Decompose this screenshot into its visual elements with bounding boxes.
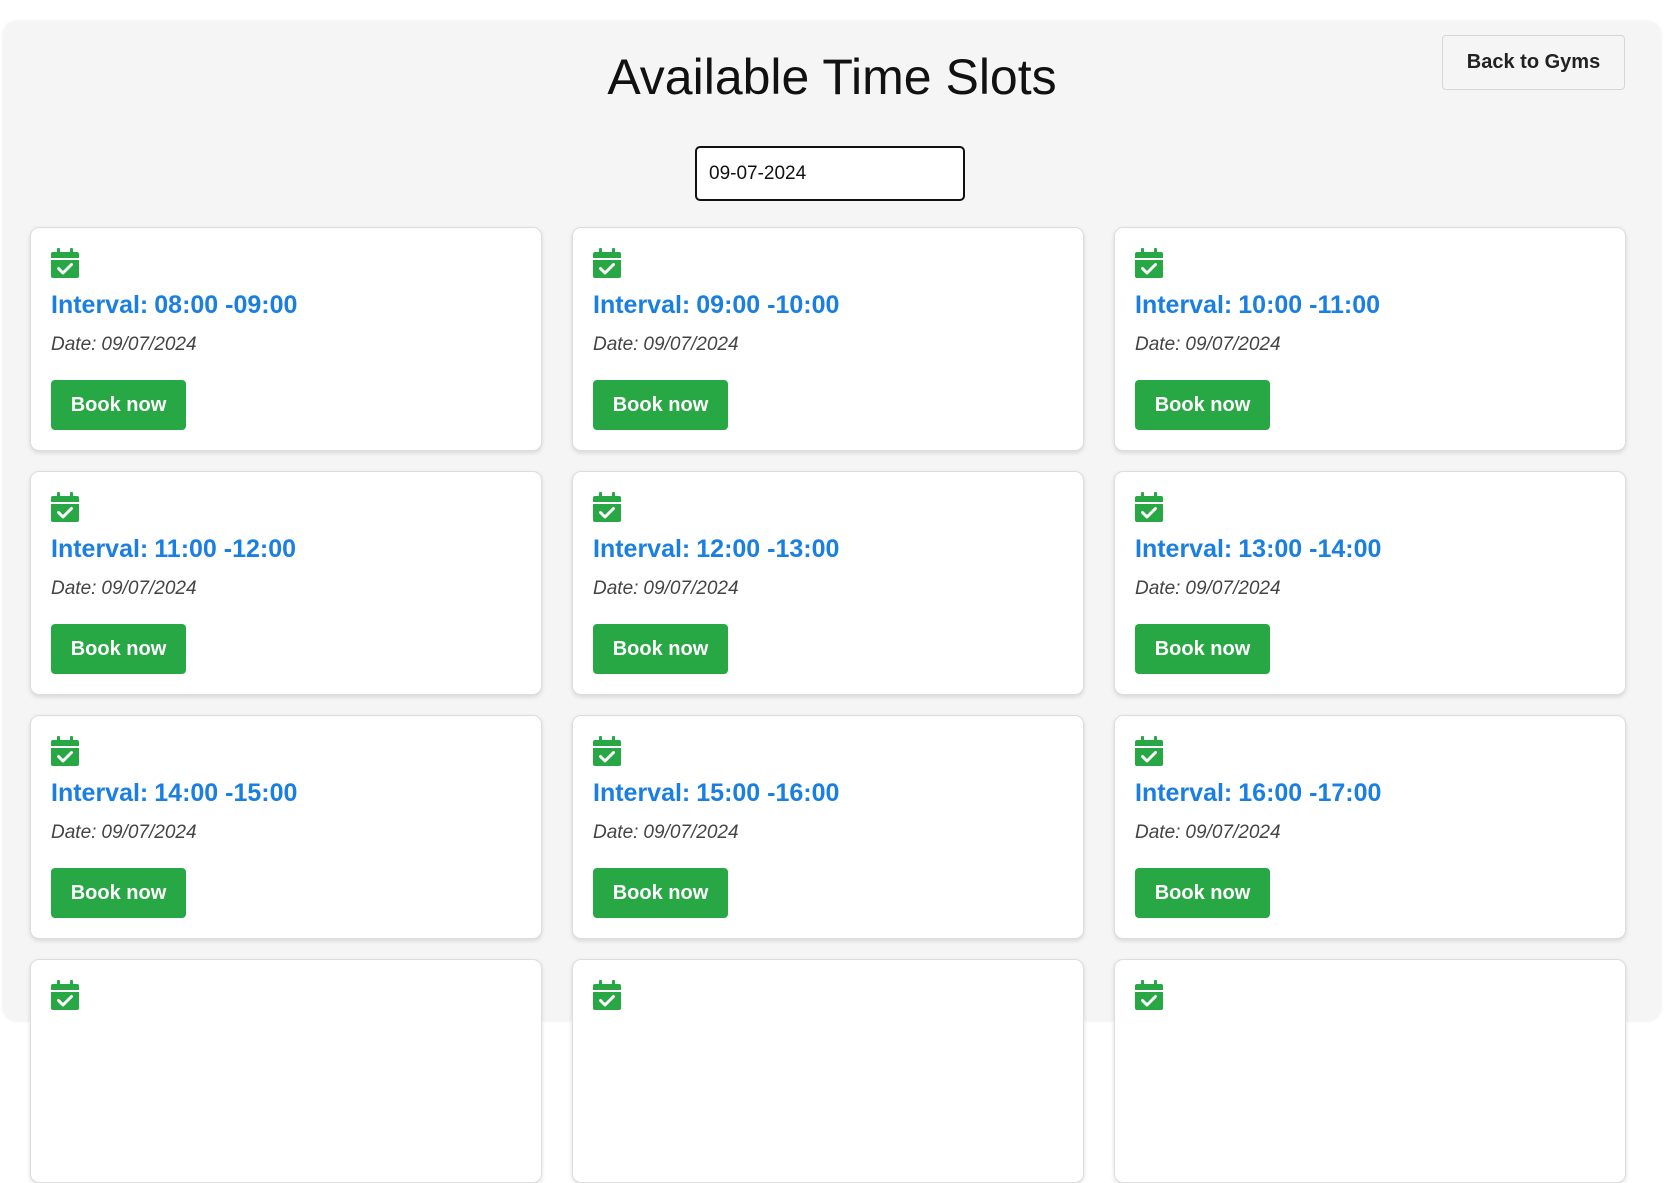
calendar-check-icon bbox=[1135, 248, 1163, 278]
interval-value: 16:00 -17:00 bbox=[1238, 779, 1382, 807]
calendar-check-icon bbox=[51, 248, 79, 278]
slot-date: Date: 09/07/2024 bbox=[51, 334, 197, 356]
calendar-check-icon bbox=[1135, 980, 1163, 1010]
book-now-button[interactable]: Book now bbox=[1135, 380, 1270, 430]
date-value: 09/07/2024 bbox=[101, 822, 197, 843]
interval-label: Interval: bbox=[1135, 535, 1233, 563]
interval-value: 12:00 -13:00 bbox=[696, 535, 840, 563]
date-label: Date: bbox=[1135, 334, 1181, 355]
time-slot-card: Interval: 09:00 -10:00 Date: 09/07/2024 Bo… bbox=[572, 227, 1084, 451]
interval-label: Interval: bbox=[593, 535, 691, 563]
date-value: 09/07/2024 bbox=[643, 822, 739, 843]
interval-label: Interval: bbox=[593, 291, 691, 319]
slot-date: Date: 09/07/2024 bbox=[1135, 334, 1281, 356]
date-label: Date: bbox=[593, 822, 639, 843]
date-label: Date: bbox=[593, 334, 639, 355]
time-slot-card: Interval: 14:00 -15:00 Date: 09/07/2024 Bo… bbox=[30, 715, 542, 939]
interval-value: 10:00 -11:00 bbox=[1238, 291, 1381, 319]
date-value: 09/07/2024 bbox=[643, 334, 739, 355]
calendar-check-icon bbox=[593, 980, 621, 1010]
date-value: 09/07/2024 bbox=[1185, 578, 1281, 599]
time-slot-card: Interval: 15:00 -16:00 Date: 09/07/2024 Bo… bbox=[572, 715, 1084, 939]
date-label: Date: bbox=[593, 578, 639, 599]
date-input[interactable] bbox=[695, 146, 965, 201]
book-now-button[interactable]: Book now bbox=[593, 380, 728, 430]
time-slot-card: Interval: 12:00 -13:00 Date: 09/07/2024 Bo… bbox=[572, 471, 1084, 695]
calendar-check-icon bbox=[51, 736, 79, 766]
interval-label: Interval: bbox=[51, 535, 149, 563]
time-slot-card-partial bbox=[1114, 959, 1626, 1183]
interval-label: Interval: bbox=[1135, 779, 1233, 807]
date-label: Date: bbox=[1135, 578, 1181, 599]
calendar-check-icon bbox=[593, 736, 621, 766]
interval-value: 08:00 -09:00 bbox=[154, 291, 298, 319]
date-label: Date: bbox=[51, 822, 97, 843]
book-now-button[interactable]: Book now bbox=[51, 868, 186, 918]
date-value: 09/07/2024 bbox=[1185, 334, 1281, 355]
interval-label: Interval: bbox=[51, 779, 149, 807]
interval-value: 13:00 -14:00 bbox=[1238, 535, 1382, 563]
interval-label: Interval: bbox=[1135, 291, 1233, 319]
interval-label: Interval: bbox=[593, 779, 691, 807]
slot-date: Date: 09/07/2024 bbox=[593, 334, 739, 356]
calendar-check-icon bbox=[51, 980, 79, 1010]
slot-date: Date: 09/07/2024 bbox=[593, 822, 739, 844]
calendar-check-icon bbox=[593, 248, 621, 278]
time-slot-card: Interval: 13:00 -14:00 Date: 09/07/2024 Bo… bbox=[1114, 471, 1626, 695]
slot-interval: Interval: 08:00 -09:00 bbox=[51, 290, 297, 320]
slot-interval: Interval: 16:00 -17:00 bbox=[1135, 778, 1381, 808]
slot-interval: Interval: 09:00 -10:00 bbox=[593, 290, 839, 320]
back-to-gyms-button[interactable]: Back to Gyms bbox=[1442, 35, 1625, 90]
calendar-check-icon bbox=[1135, 736, 1163, 766]
page-title: Available Time Slots bbox=[607, 49, 1057, 105]
interval-value: 09:00 -10:00 bbox=[696, 291, 840, 319]
slot-date: Date: 09/07/2024 bbox=[51, 578, 197, 600]
slot-interval: Interval: 11:00 -12:00 bbox=[51, 534, 296, 564]
date-value: 09/07/2024 bbox=[1185, 822, 1281, 843]
slot-interval: Interval: 12:00 -13:00 bbox=[593, 534, 839, 564]
slot-date: Date: 09/07/2024 bbox=[593, 578, 739, 600]
calendar-check-icon bbox=[1135, 492, 1163, 522]
interval-value: 15:00 -16:00 bbox=[696, 779, 840, 807]
time-slot-card: Interval: 10:00 -11:00 Date: 09/07/2024 Bo… bbox=[1114, 227, 1626, 451]
time-slot-grid: Interval: 08:00 -09:00 Date: 09/07/2024 Bo… bbox=[30, 227, 1630, 1183]
book-now-button[interactable]: Book now bbox=[51, 380, 186, 430]
book-now-button[interactable]: Book now bbox=[1135, 868, 1270, 918]
book-now-button[interactable]: Book now bbox=[51, 624, 186, 674]
book-now-button[interactable]: Book now bbox=[593, 624, 728, 674]
time-slot-card: Interval: 11:00 -12:00 Date: 09/07/2024 Bo… bbox=[30, 471, 542, 695]
date-value: 09/07/2024 bbox=[643, 578, 739, 599]
slot-interval: Interval: 14:00 -15:00 bbox=[51, 778, 297, 808]
time-slot-card-partial bbox=[30, 959, 542, 1183]
calendar-check-icon bbox=[51, 492, 79, 522]
slot-date: Date: 09/07/2024 bbox=[51, 822, 197, 844]
book-now-button[interactable]: Book now bbox=[1135, 624, 1270, 674]
interval-label: Interval: bbox=[51, 291, 149, 319]
interval-value: 14:00 -15:00 bbox=[154, 779, 298, 807]
slot-interval: Interval: 10:00 -11:00 bbox=[1135, 290, 1380, 320]
date-label: Date: bbox=[51, 578, 97, 599]
time-slot-card: Interval: 16:00 -17:00 Date: 09/07/2024 Bo… bbox=[1114, 715, 1626, 939]
time-slot-card-partial bbox=[572, 959, 1084, 1183]
slot-interval: Interval: 13:00 -14:00 bbox=[1135, 534, 1381, 564]
date-label: Date: bbox=[51, 334, 97, 355]
time-slot-card: Interval: 08:00 -09:00 Date: 09/07/2024 Bo… bbox=[30, 227, 542, 451]
slot-date: Date: 09/07/2024 bbox=[1135, 578, 1281, 600]
slot-interval: Interval: 15:00 -16:00 bbox=[593, 778, 839, 808]
slot-date: Date: 09/07/2024 bbox=[1135, 822, 1281, 844]
date-value: 09/07/2024 bbox=[101, 334, 197, 355]
book-now-button[interactable]: Book now bbox=[593, 868, 728, 918]
interval-value: 11:00 -12:00 bbox=[154, 535, 297, 563]
date-value: 09/07/2024 bbox=[101, 578, 197, 599]
calendar-check-icon bbox=[593, 492, 621, 522]
date-label: Date: bbox=[1135, 822, 1181, 843]
